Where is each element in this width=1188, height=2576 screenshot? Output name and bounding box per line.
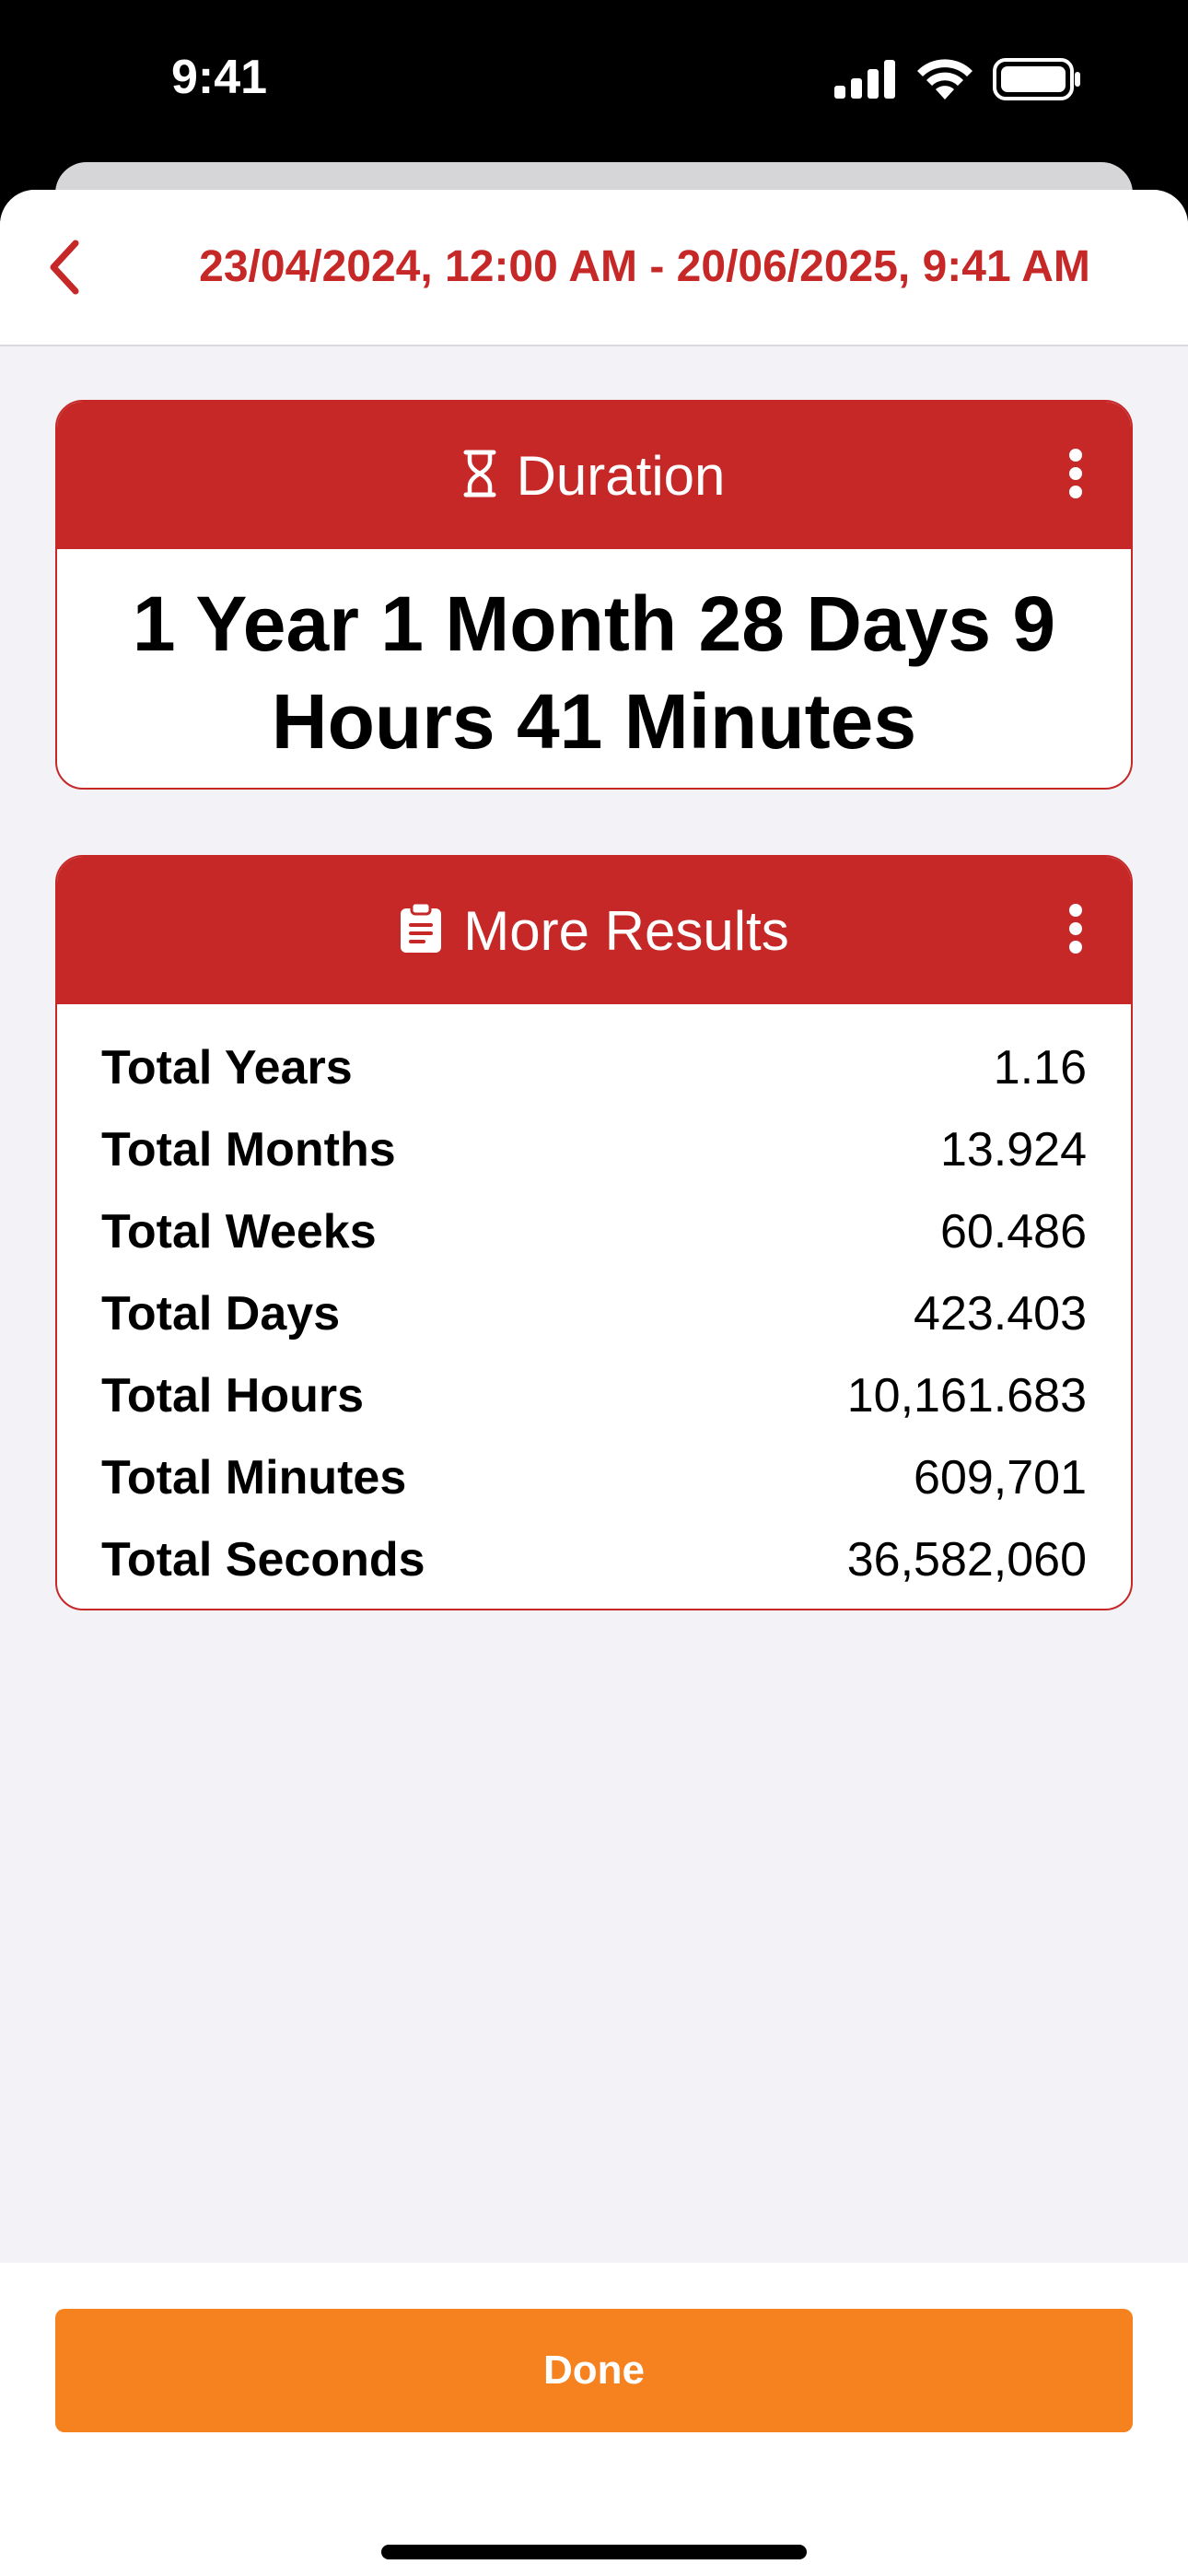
- result-value: 13.924: [939, 1122, 1087, 1177]
- result-row: Total Months 13.924: [101, 1108, 1087, 1190]
- result-value: 423.403: [914, 1286, 1087, 1341]
- result-label: Total Minutes: [101, 1450, 407, 1505]
- done-button[interactable]: Done: [55, 2309, 1133, 2432]
- result-label: Total Years: [101, 1040, 353, 1095]
- result-value: 609,701: [914, 1450, 1087, 1505]
- result-label: Total Seconds: [101, 1532, 425, 1587]
- more-vertical-icon: [1068, 903, 1083, 959]
- clipboard-icon: [399, 901, 443, 959]
- result-value: 36,582,060: [846, 1532, 1087, 1587]
- results-sheet: 23/04/2024, 12:00 AM - 20/06/2025, 9:41 …: [0, 190, 1188, 2576]
- more-results-card: More Results Total Years 1.16 Total Mont…: [55, 855, 1133, 1610]
- wifi-icon: [917, 58, 973, 104]
- date-range-title: 23/04/2024, 12:00 AM - 20/06/2025, 9:41 …: [199, 242, 1090, 291]
- result-value: 10,161.683: [846, 1368, 1087, 1423]
- more-results-card-header: More Results: [57, 857, 1131, 1004]
- more-results-card-title: More Results: [463, 899, 789, 962]
- result-row: Total Seconds 36,582,060: [101, 1518, 1087, 1600]
- result-value: 1.16: [993, 1040, 1087, 1095]
- result-value: 60.486: [939, 1204, 1087, 1259]
- status-time: 9:41: [171, 51, 268, 104]
- duration-card-header: Duration: [57, 402, 1131, 549]
- duration-card: Duration 1 Year 1 Month 28 Days 9 Hours …: [55, 400, 1133, 790]
- result-label: Total Hours: [101, 1368, 365, 1423]
- cellular-signal-icon: [834, 59, 897, 103]
- home-indicator[interactable]: [381, 2545, 807, 2559]
- battery-icon: [993, 57, 1081, 105]
- result-row: Total Minutes 609,701: [101, 1436, 1087, 1518]
- result-row: Total Years 1.16: [101, 1026, 1087, 1108]
- result-label: Total Weeks: [101, 1204, 377, 1259]
- result-row: Total Hours 10,161.683: [101, 1354, 1087, 1436]
- result-label: Total Months: [101, 1122, 396, 1177]
- nav-bar: 23/04/2024, 12:00 AM - 20/06/2025, 9:41 …: [0, 190, 1188, 346]
- status-bar: 9:41: [0, 0, 1188, 166]
- results-list: Total Years 1.16 Total Months 13.924 Tot…: [57, 1004, 1131, 1600]
- chevron-left-icon: [46, 240, 83, 299]
- result-row: Total Days 423.403: [101, 1272, 1087, 1354]
- result-row: Total Weeks 60.486: [101, 1190, 1087, 1272]
- more-results-menu-button[interactable]: [1057, 903, 1094, 958]
- back-button[interactable]: [28, 232, 101, 306]
- duration-card-title: Duration: [516, 444, 726, 507]
- bottom-bar: Done: [0, 2263, 1188, 2576]
- hourglass-icon: [463, 450, 496, 502]
- duration-menu-button[interactable]: [1057, 448, 1094, 503]
- more-vertical-icon: [1068, 448, 1083, 504]
- status-icons: [834, 57, 1081, 105]
- result-label: Total Days: [101, 1286, 341, 1341]
- duration-value: 1 Year 1 Month 28 Days 9 Hours 41 Minute…: [132, 580, 1056, 765]
